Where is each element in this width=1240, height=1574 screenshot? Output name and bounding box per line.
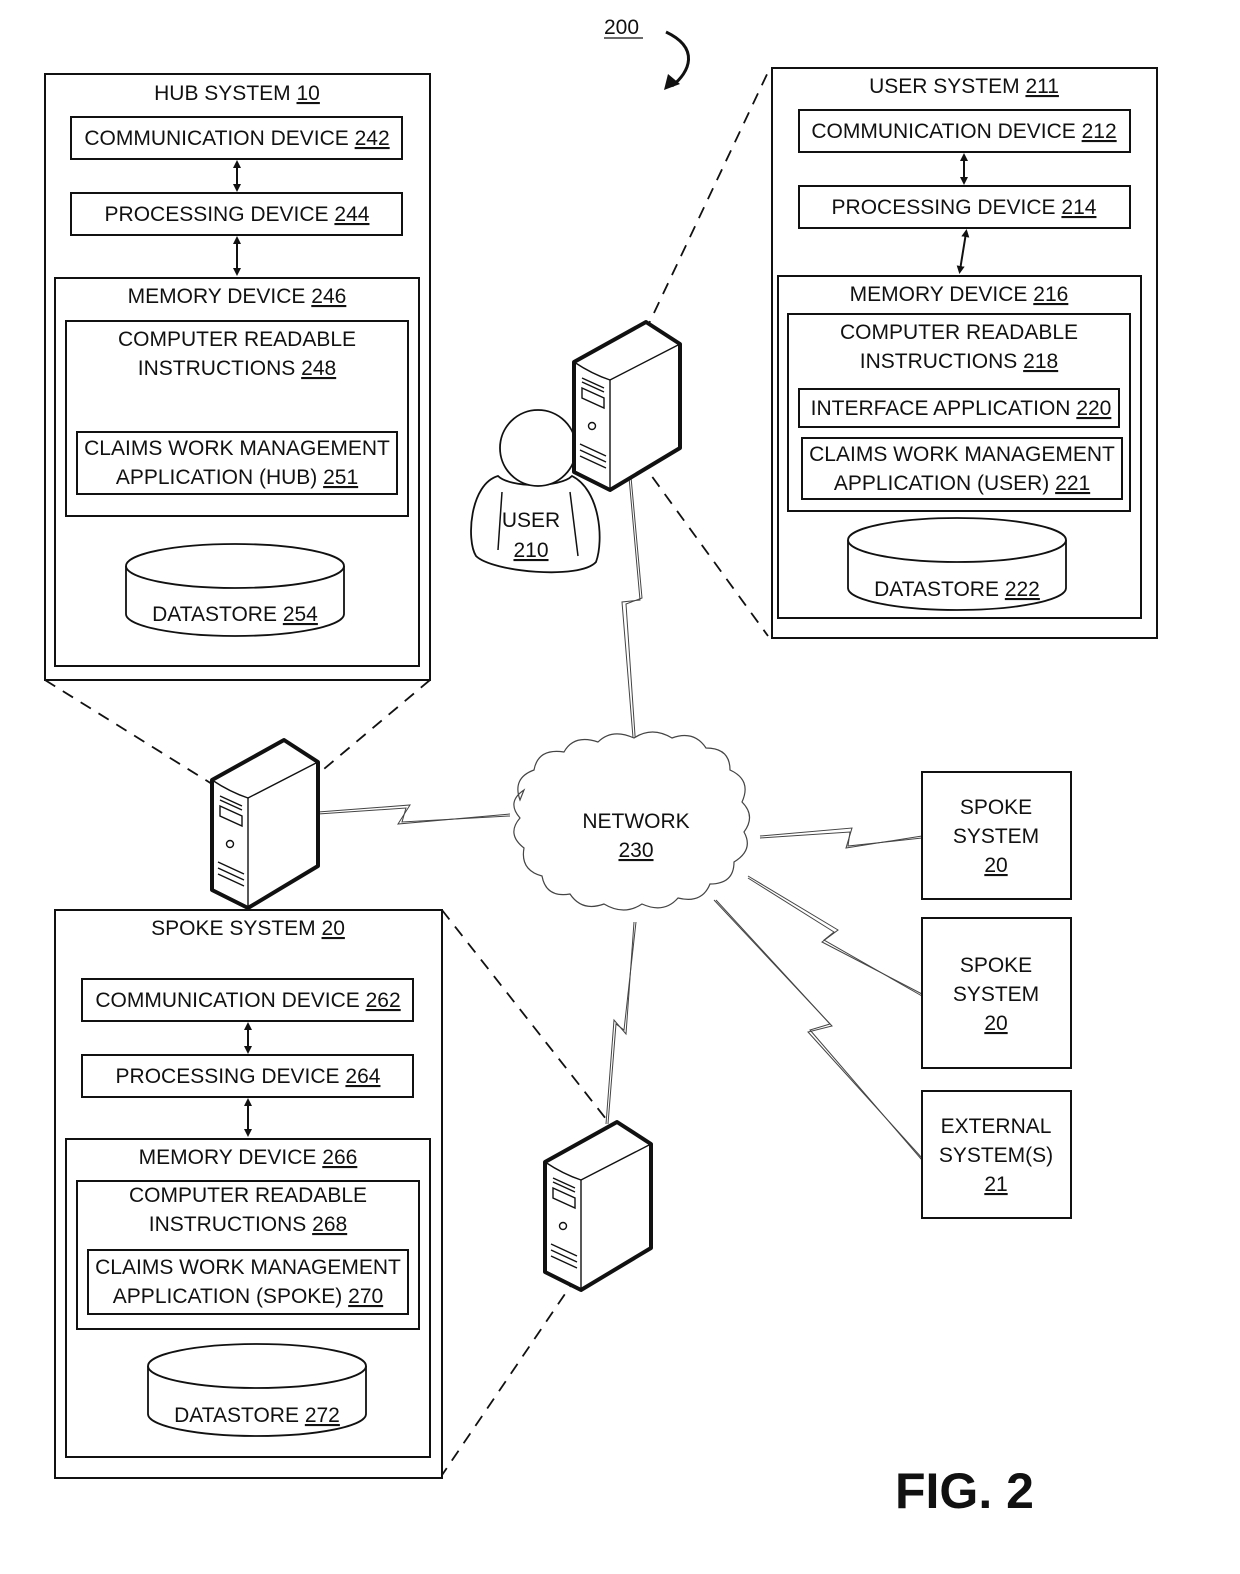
svg-text:DATASTORE 222: DATASTORE 222 [874,578,1040,601]
link-network-spoke2 [747,875,923,995]
user-processing-device: PROCESSING DEVICE 214 [798,185,1131,229]
system-diagram: 200 HUB SYSTEM 10 COMMUNICATION DEVICE 2… [44,16,1158,1519]
spoke-instructions: COMPUTER READABLE INSTRUCTIONS 268 CLAIM… [76,1180,420,1330]
link-network-spoke1 [759,827,923,849]
svg-text:PROCESSING DEVICE 214: PROCESSING DEVICE 214 [832,196,1097,219]
svg-text:COMMUNICATION DEVICE 242: COMMUNICATION DEVICE 242 [84,127,389,150]
user-datastore: DATASTORE 222 [847,517,1067,611]
svg-text:DATASTORE 272: DATASTORE 272 [174,1404,340,1427]
server-tower-icon [572,320,682,492]
svg-text:CLAIMS WORK MANAGEMENT: CLAIMS WORK MANAGEMENT [809,443,1115,466]
svg-text:SPOKE SYSTEM 20: SPOKE SYSTEM 20 [151,917,345,940]
svg-text:APPLICATION (HUB) 251: APPLICATION (HUB) 251 [116,466,358,489]
hub-instructions: COMPUTER READABLE INSTRUCTIONS 248 CLAIM… [65,320,409,517]
link-user-network [621,465,641,751]
svg-text:SYSTEM: SYSTEM [953,825,1039,848]
spoke-claims-application: CLAIMS WORK MANAGEMENT APPLICATION (SPOK… [87,1249,409,1315]
spoke-communication-device: COMMUNICATION DEVICE 262 [81,978,414,1022]
svg-text:210: 210 [513,539,548,562]
spoke-processing-device: PROCESSING DEVICE 264 [81,1054,414,1098]
figure-ref-number: 200 [604,16,639,39]
user-instructions: COMPUTER READABLE INSTRUCTIONS 218 INTER… [787,313,1131,512]
svg-text:DATASTORE 254: DATASTORE 254 [152,603,318,626]
svg-text:COMMUNICATION DEVICE 212: COMMUNICATION DEVICE 212 [811,120,1116,143]
spoke-system: SPOKE SYSTEM 20 COMMUNICATION DEVICE 262… [54,909,443,1479]
svg-text:USER SYSTEM 211: USER SYSTEM 211 [869,75,1059,98]
svg-text:HUB SYSTEM 10: HUB SYSTEM 10 [154,82,320,105]
svg-text:INSTRUCTIONS 268: INSTRUCTIONS 268 [149,1213,347,1236]
svg-text:SYSTEM(S): SYSTEM(S) [939,1144,1053,1167]
spoke-datastore: DATASTORE 272 [147,1343,367,1437]
svg-text:INSTRUCTIONS 248: INSTRUCTIONS 248 [138,357,336,380]
hub-communication-device: COMMUNICATION DEVICE 242 [70,116,403,160]
svg-text:PROCESSING DEVICE 244: PROCESSING DEVICE 244 [105,203,370,226]
svg-text:CLAIMS WORK MANAGEMENT: CLAIMS WORK MANAGEMENT [95,1256,401,1279]
figure-reference: 200 [604,16,690,90]
spoke-system-node: SPOKE SYSTEM 20 [921,917,1072,1069]
svg-text:MEMORY DEVICE 266: MEMORY DEVICE 266 [139,1146,358,1169]
link-network-external [713,899,923,1159]
svg-text:COMPUTER READABLE: COMPUTER READABLE [129,1184,367,1207]
svg-text:20: 20 [984,854,1007,877]
hub-processing-device: PROCESSING DEVICE 244 [70,192,403,236]
server-tower-icon [210,738,320,910]
svg-text:APPLICATION (USER) 221: APPLICATION (USER) 221 [834,472,1090,495]
hub-claims-application: CLAIMS WORK MANAGEMENT APPLICATION (HUB)… [76,431,398,495]
external-system-node: EXTERNAL SYSTEM(S) 21 [921,1090,1072,1219]
svg-text:CLAIMS WORK MANAGEMENT: CLAIMS WORK MANAGEMENT [84,437,390,460]
hub-system: HUB SYSTEM 10 COMMUNICATION DEVICE 242 P… [44,73,431,681]
svg-text:SPOKE: SPOKE [960,954,1032,977]
svg-text:20: 20 [984,1012,1007,1035]
svg-text:APPLICATION (SPOKE) 270: APPLICATION (SPOKE) 270 [113,1285,383,1308]
svg-text:INSTRUCTIONS 218: INSTRUCTIONS 218 [860,350,1058,373]
hub-datastore: DATASTORE 254 [125,543,345,637]
svg-text:PROCESSING DEVICE 264: PROCESSING DEVICE 264 [116,1065,381,1088]
svg-text:SPOKE: SPOKE [960,796,1032,819]
network: NETWORK 230 [513,731,751,911]
svg-text:MEMORY DEVICE 216: MEMORY DEVICE 216 [850,283,1069,306]
hub-memory-device: MEMORY DEVICE 246 COMPUTER READABLE INST… [54,277,420,667]
user-system: USER SYSTEM 211 COMMUNICATION DEVICE 212… [771,67,1158,639]
svg-text:NETWORK: NETWORK [582,810,689,833]
svg-text:MEMORY DEVICE 246: MEMORY DEVICE 246 [128,285,347,308]
svg-text:USER: USER [502,509,560,532]
user-memory-device: MEMORY DEVICE 216 COMPUTER READABLE INST… [777,275,1142,619]
user-claims-application: CLAIMS WORK MANAGEMENT APPLICATION (USER… [801,437,1123,500]
server-tower-icon [543,1120,653,1292]
user-interface-application: INTERFACE APPLICATION 220 [798,388,1120,428]
svg-text:COMPUTER READABLE: COMPUTER READABLE [118,328,356,351]
svg-text:21: 21 [984,1173,1007,1196]
spoke-memory-device: MEMORY DEVICE 266 COMPUTER READABLE INST… [65,1138,431,1458]
svg-text:EXTERNAL: EXTERNAL [941,1115,1052,1138]
figure-label: FIG. 2 [895,1463,1034,1519]
svg-text:230: 230 [618,839,653,862]
user-communication-device: COMMUNICATION DEVICE 212 [798,109,1131,153]
spoke-system-node: SPOKE SYSTEM 20 [921,771,1072,900]
svg-text:COMMUNICATION DEVICE 262: COMMUNICATION DEVICE 262 [95,989,400,1012]
svg-text:SYSTEM: SYSTEM [953,983,1039,1006]
svg-text:COMPUTER READABLE: COMPUTER READABLE [840,321,1078,344]
svg-text:INTERFACE APPLICATION 220: INTERFACE APPLICATION 220 [811,397,1112,420]
